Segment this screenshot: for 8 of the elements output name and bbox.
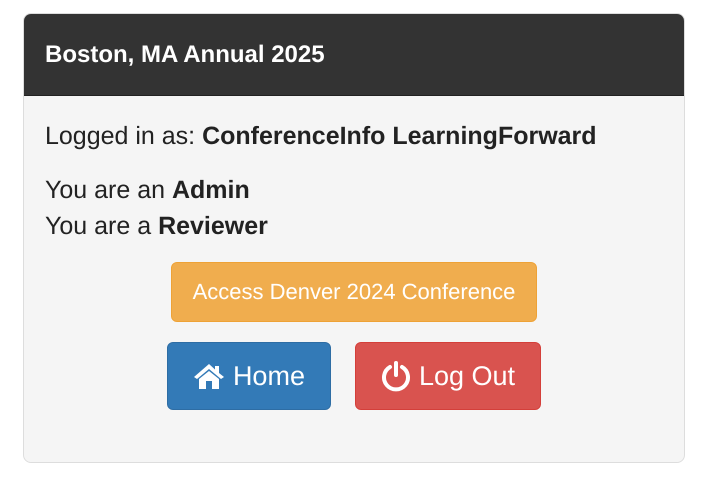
power-icon — [380, 360, 411, 392]
panel-title: Boston, MA Annual 2025 — [24, 14, 684, 96]
role-text: You are a Reviewer — [45, 211, 269, 242]
home-icon — [192, 362, 225, 390]
logged-in-text: Logged in as: ConferenceInfo LearningForward — [45, 121, 598, 152]
home-button[interactable]: Home — [166, 342, 331, 410]
role-text: You are an Admin — [45, 175, 251, 206]
logout-button[interactable]: Log Out — [354, 342, 542, 410]
